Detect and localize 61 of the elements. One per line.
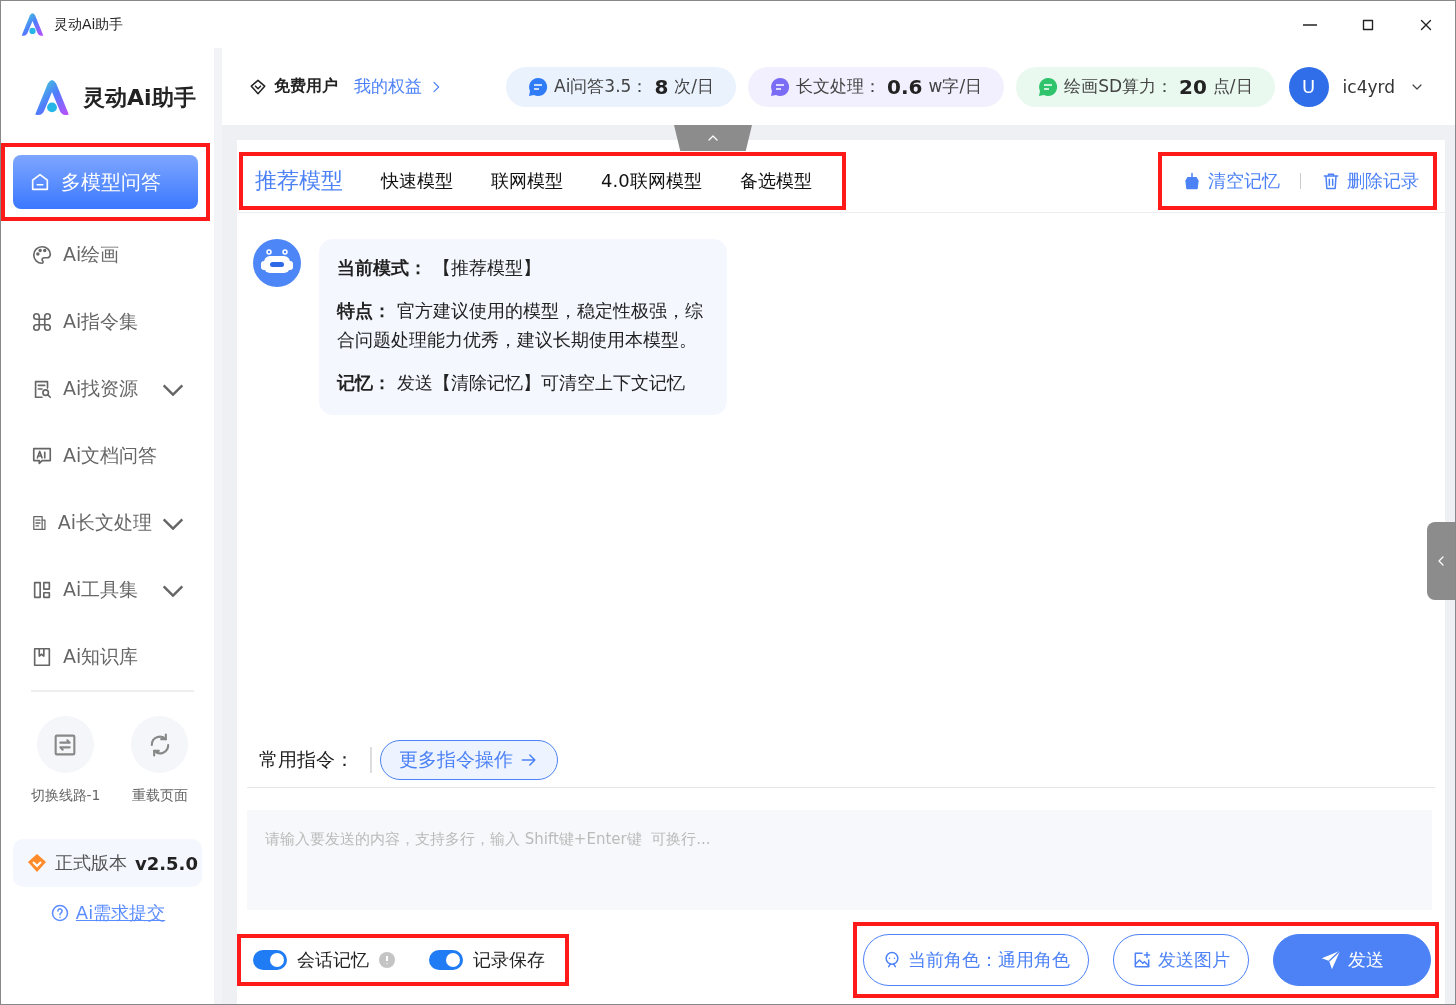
commands-label: 常用指令：	[259, 747, 372, 773]
collapse-handle[interactable]	[674, 125, 752, 151]
sidebar-item[interactable]: Ai知识库	[1, 623, 214, 691]
robot-avatar-icon	[253, 239, 301, 287]
benefits-link[interactable]: 我的权益	[354, 75, 444, 98]
message-text: 记忆： 发送【清除记忆】可清空上下文记忆	[337, 371, 686, 395]
quota-unit: w字/日	[928, 75, 983, 98]
toggle-switch[interactable]	[429, 950, 463, 970]
quota-unit: 点/日	[1212, 75, 1253, 98]
user-avatar[interactable]: U	[1288, 66, 1329, 107]
sidebar-item[interactable]: Ai找资源	[1, 355, 214, 423]
quota-value: 8	[654, 74, 669, 99]
sidebar-item[interactable]: Ai长文处理	[1, 489, 214, 557]
feedback-link[interactable]: Ai需求提交	[49, 901, 166, 926]
toggle-switch[interactable]	[253, 950, 287, 970]
quota-label: Ai问答3.5：	[554, 75, 649, 98]
sidebar-item[interactable]: Ai工具集	[1, 556, 214, 624]
book-icon	[31, 645, 53, 668]
face-icon	[882, 950, 902, 970]
command-icon	[31, 310, 53, 333]
diamond-icon	[27, 853, 47, 874]
window-title: 灵动Ai助手	[54, 15, 124, 34]
model-tab[interactable]: 4.0联网模型	[601, 169, 714, 193]
user-type: 免费用户	[274, 76, 338, 97]
help-icon	[49, 903, 70, 924]
sidebar-item[interactable]: Ai绘画	[1, 221, 214, 289]
version-label: 正式版本	[55, 851, 127, 876]
model-tab[interactable]: 推荐模型	[255, 166, 355, 196]
user-name[interactable]: ic4yrd	[1342, 76, 1395, 97]
quota-unit: 次/日	[674, 75, 715, 98]
quota-value: 20	[1179, 74, 1207, 99]
message-input[interactable]: 请输入要发送的内容，支持多行，输入 Shift键+Enter键 可换行...	[247, 810, 1432, 910]
toggle-label: 记录保存	[473, 948, 545, 972]
minimize-icon[interactable]	[1303, 23, 1317, 26]
model-tab[interactable]: 备选模型	[739, 169, 824, 193]
side-panel-handle[interactable]	[1427, 522, 1455, 600]
message-text: 特点： 官方建议使用的模型，稳定性极强，综合问题处理能力优秀，建议长期使用本模型。	[337, 299, 704, 352]
role-button[interactable]: 当前角色：通用角色	[863, 934, 1089, 986]
sidebar-item[interactable]: Ai文档问答	[1, 422, 214, 490]
version-number: v2.5.0	[135, 852, 198, 874]
clear-button[interactable]: 清空记忆	[1176, 168, 1286, 194]
sidebar-item[interactable]: 多模型问答	[13, 155, 198, 210]
toggle-label: 会话记忆	[297, 948, 369, 972]
broom-icon	[1182, 171, 1202, 191]
trash-icon	[1321, 171, 1341, 191]
logo-icon	[19, 11, 46, 38]
send-image-button[interactable]: 发送图片	[1113, 934, 1249, 986]
more-commands-button[interactable]: 更多指令操作	[380, 740, 558, 780]
send-button[interactable]: 发送	[1273, 934, 1431, 986]
delete-button[interactable]: 删除记录	[1315, 168, 1425, 194]
model-tab[interactable]: 联网模型	[491, 169, 575, 193]
image-add-icon	[1132, 950, 1152, 970]
paper-plane-icon	[1320, 949, 1342, 971]
quota-label: 绘画SD算力：	[1064, 75, 1173, 98]
quota-label: 长文处理：	[796, 75, 882, 98]
model-tab[interactable]: 快速模型	[381, 169, 465, 193]
message-text: 当前模式： 【推荐模型】	[337, 256, 542, 280]
brand-name: 灵动Ai助手	[83, 83, 196, 112]
quota-value: 0.6	[887, 74, 923, 99]
palette-icon	[31, 243, 53, 266]
sidebar-item[interactable]: Ai指令集	[1, 288, 214, 356]
